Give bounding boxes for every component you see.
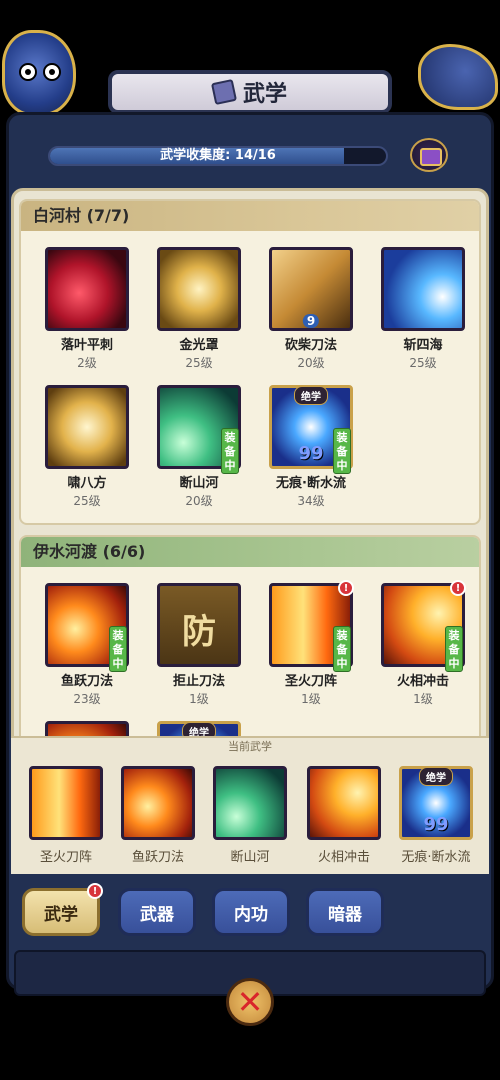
skill-icon xyxy=(29,766,103,840)
level-badge: 9 xyxy=(302,314,320,328)
title-bar: 武学 xyxy=(108,70,392,114)
skill-name: 金光罩 xyxy=(179,338,219,353)
skill-card[interactable]: 9 砍柴刀法 20级 xyxy=(267,247,355,371)
treasure-chest-icon[interactable] xyxy=(410,138,448,172)
tab-1[interactable]: 武学! xyxy=(22,883,103,936)
collection-progress-label: 武学收集度: 14/16 xyxy=(160,148,276,163)
skill-card[interactable]: 装备中! 火相冲击 1级 xyxy=(379,580,467,707)
tab-4[interactable]: 暗器 xyxy=(306,888,384,936)
skill-name: 圣火刀阵 xyxy=(39,850,92,865)
skill-level: 25级 xyxy=(409,356,437,370)
skill-name: 圣火刀阵 xyxy=(284,674,337,689)
skill-card[interactable]: 绝学 99 装备中无痕·断水流 34级 xyxy=(267,385,355,509)
skill-level: 25级 xyxy=(73,494,101,508)
skill-icon: 绝学 99 装备中 xyxy=(269,385,353,474)
skill-icon: 绝学 99 xyxy=(399,766,473,840)
skill-name: 无痕·断水流 xyxy=(401,850,471,865)
alert-icon: ! xyxy=(450,580,466,596)
skill-icon: 防 xyxy=(157,583,241,667)
skill-glyph: 防 xyxy=(182,612,216,652)
current-skills-label: 当前武学 xyxy=(228,740,272,753)
skill-card[interactable]: 啸八方 25级 xyxy=(43,385,131,509)
skill-icon xyxy=(381,247,465,331)
skill-icon: 装备中 xyxy=(157,385,241,474)
skill-icon xyxy=(45,385,129,469)
game-window: 武学 武学收集度: 14/16 白河村 (7/7) 落叶平刺 2级 金光罩 25级 9 砍… xyxy=(0,0,500,1080)
section-village: 白河村 (7/7) 落叶平刺 2级 金光罩 25级 9 砍柴刀法 20级 斩四海 25级 啸八方 2… xyxy=(19,199,481,525)
equipped-tag: 装备中 xyxy=(333,428,351,474)
skill-name: 砍柴刀法 xyxy=(284,338,337,353)
tab-label: 暗器 xyxy=(328,904,362,925)
skill-level: 1级 xyxy=(413,692,433,706)
skill-icon: 装备中 xyxy=(45,583,129,672)
equipped-tag: 装备中 xyxy=(445,626,463,672)
skill-level: 34级 xyxy=(297,494,325,508)
tab-label: 武器 xyxy=(140,904,174,925)
skill-level: 20级 xyxy=(297,356,325,370)
tab-label: 内功 xyxy=(234,904,268,925)
alert-icon: ! xyxy=(87,883,103,899)
skill-level: 20级 xyxy=(185,494,213,508)
skill-name: 拒止刀法 xyxy=(172,674,225,689)
current-skills-panel: 当前武学 圣火刀阵 鱼跃刀法 断山河 火相冲击 绝学 99 无痕·断水流 xyxy=(11,736,489,874)
page-title: 武学 xyxy=(242,82,287,107)
skill-name: 断山河 xyxy=(179,476,219,491)
tab-label: 武学 xyxy=(44,904,78,925)
equipped-tag: 装备中 xyxy=(221,428,239,474)
equipped-tag: 装备中 xyxy=(109,626,127,672)
skill-card[interactable]: 防拒止刀法 1级 xyxy=(155,583,243,707)
skill-icon xyxy=(157,247,241,331)
skill-icon xyxy=(307,766,381,840)
skill-name: 鱼跃刀法 xyxy=(60,674,113,689)
skill-icon: 装备中! xyxy=(381,580,466,672)
skill-card[interactable]: 装备中! 圣火刀阵 1级 xyxy=(267,580,355,707)
skill-level: 23级 xyxy=(73,692,101,706)
skill-level: 2级 xyxy=(77,356,97,370)
skill-card[interactable]: 金光罩 25级 xyxy=(155,247,243,371)
skill-card[interactable]: 绝学 99 无痕·断水流 xyxy=(393,766,479,865)
skill-card[interactable]: 装备中鱼跃刀法 23级 xyxy=(43,583,131,707)
rank-number: 99 xyxy=(298,443,324,464)
skill-icon xyxy=(213,766,287,840)
skill-level: 1级 xyxy=(301,692,321,706)
skill-name: 火相冲击 xyxy=(396,674,449,689)
section-header: 白河村 (7/7) xyxy=(21,201,479,231)
skill-icon xyxy=(45,247,129,331)
skill-name: 啸八方 xyxy=(67,476,107,491)
ultimate-badge: 绝学 xyxy=(294,386,328,405)
skill-name: 鱼跃刀法 xyxy=(131,850,184,865)
dragon-ornament-left xyxy=(2,30,76,116)
equipped-tag: 装备中 xyxy=(333,626,351,672)
skill-card[interactable]: 鱼跃刀法 xyxy=(115,766,201,865)
skill-card[interactable]: 落叶平刺 2级 xyxy=(43,247,131,371)
skill-icon xyxy=(121,766,195,840)
skill-name: 落叶平刺 xyxy=(60,338,113,353)
skill-card[interactable]: 圣火刀阵 xyxy=(23,766,109,865)
skill-name: 斩四海 xyxy=(403,338,443,353)
skill-card[interactable]: 装备中 断山河 20级 xyxy=(155,385,243,509)
section-header: 伊水河渡 (6/6) xyxy=(21,537,479,567)
skill-name: 无痕·断水流 xyxy=(276,476,346,491)
skill-icon: 9 xyxy=(269,247,353,331)
close-icon: ✕ xyxy=(236,983,264,1021)
tab-2[interactable]: 武器 xyxy=(118,888,196,936)
tab-3[interactable]: 内功 xyxy=(212,888,290,936)
ultimate-badge: 绝学 xyxy=(419,767,453,786)
rank-number: 99 xyxy=(423,814,449,835)
skill-level: 25级 xyxy=(185,356,213,370)
skill-name: 火相冲击 xyxy=(317,850,370,865)
alert-icon: ! xyxy=(338,580,354,596)
skill-name: 断山河 xyxy=(230,850,270,865)
skill-level: 1级 xyxy=(189,692,209,706)
book-icon xyxy=(210,78,238,106)
skill-card[interactable]: 斩四海 25级 xyxy=(379,247,467,371)
skill-card[interactable]: 断山河 xyxy=(207,766,293,865)
dragon-ornament-right xyxy=(418,44,498,110)
skill-card[interactable]: 火相冲击 xyxy=(301,766,387,865)
close-button[interactable]: ✕ xyxy=(226,978,274,1026)
skill-icon: 装备中! xyxy=(269,580,354,672)
